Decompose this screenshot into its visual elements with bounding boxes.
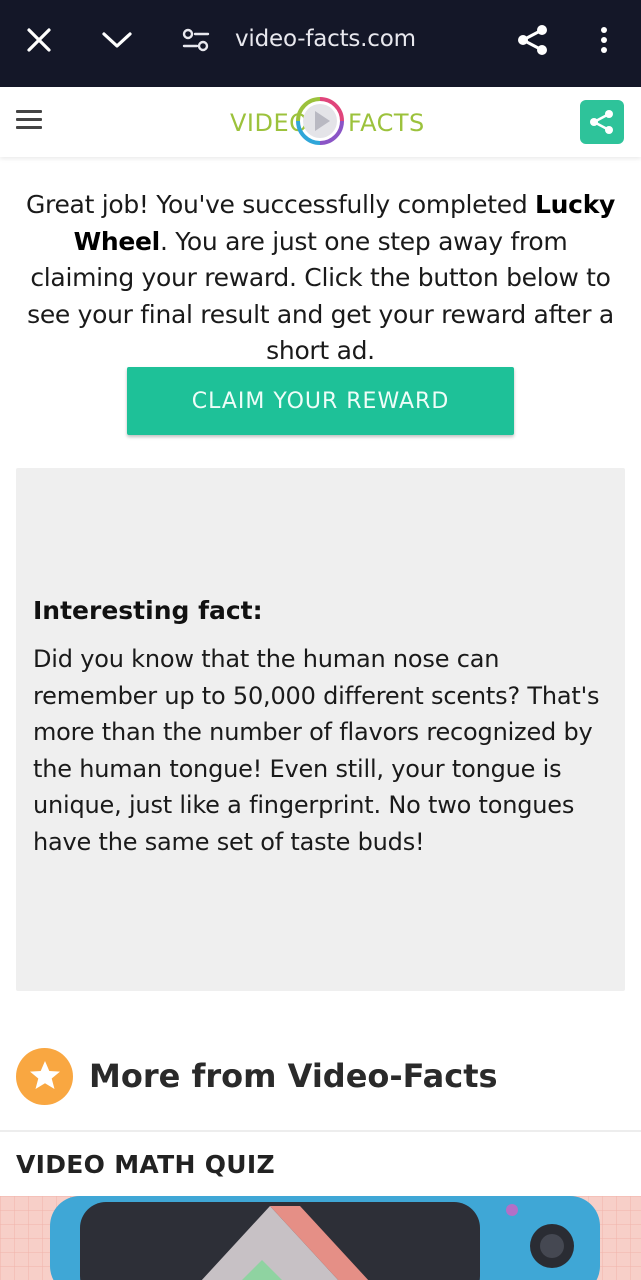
fact-text: Did you know that the human nose can rem… [33, 645, 600, 856]
more-from-section: More from Video-Facts [16, 1047, 498, 1105]
claim-reward-button[interactable]: CLAIM YOUR REWARD [127, 367, 514, 435]
quiz-card[interactable]: VIDEO MATH QUIZ [0, 1130, 641, 1280]
header-share-button[interactable] [580, 100, 624, 144]
card-thumbnail[interactable] [0, 1196, 641, 1280]
more-vert-icon[interactable] [580, 16, 628, 64]
card-title[interactable]: VIDEO MATH QUIZ [16, 1150, 275, 1179]
url-text[interactable]: video-facts.com [235, 26, 416, 52]
logo-text-right: FACTS [348, 109, 425, 137]
star-icon [16, 1047, 73, 1105]
intro-text: Great job! You've successfully completed… [20, 187, 621, 370]
site-logo[interactable]: VIDEO FACTS [228, 95, 424, 149]
close-icon[interactable] [15, 16, 63, 64]
site-settings-icon[interactable] [172, 16, 220, 64]
hamburger-menu-icon[interactable] [14, 107, 44, 137]
fact-box: Interesting fact: Did you know that the … [16, 468, 625, 991]
more-from-title: More from Video-Facts [89, 1057, 498, 1095]
intro-part1: Great job! You've successfully completed [25, 190, 536, 219]
fact-title: Interesting fact: [33, 596, 263, 625]
share-icon[interactable] [509, 16, 557, 64]
browser-toolbar: video-facts.com [0, 0, 641, 87]
logo-play-icon [296, 97, 344, 145]
site-header: VIDEO FACTS [0, 87, 641, 157]
chevron-down-icon[interactable] [93, 16, 141, 64]
share-icon [590, 110, 613, 134]
